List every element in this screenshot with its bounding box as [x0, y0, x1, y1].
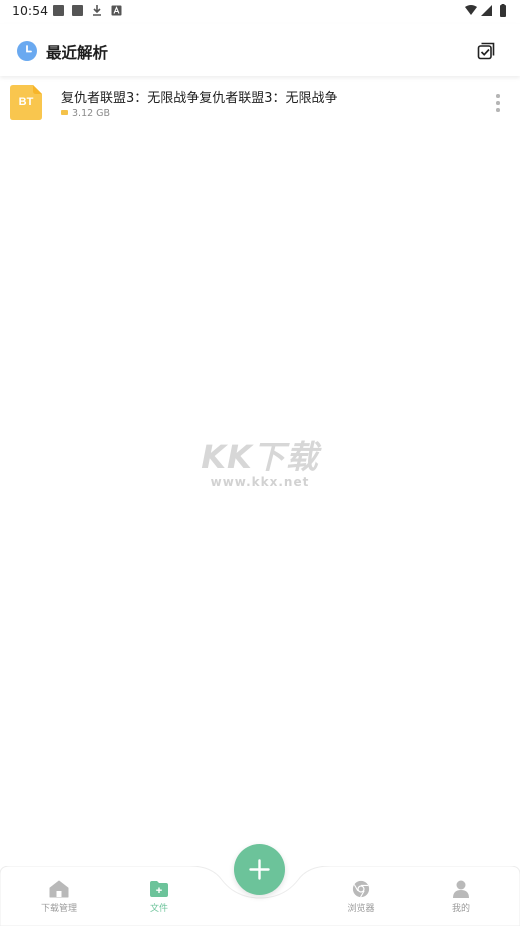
user-icon — [453, 880, 469, 898]
add-task-button[interactable] — [234, 844, 285, 895]
nav-label-browser: 浏览器 — [347, 904, 375, 914]
file-meta: 3.12 GB — [61, 108, 110, 119]
home-icon — [49, 880, 69, 898]
nav-files[interactable]: 文件 — [124, 880, 194, 924]
wifi-icon — [465, 5, 477, 15]
folder-icon — [61, 110, 68, 115]
app-header: 最近解析 — [0, 24, 520, 76]
nav-browser[interactable]: 浏览器 — [326, 880, 396, 924]
notification-icon — [72, 5, 83, 16]
signal-icon — [481, 5, 492, 16]
nav-label-files: 文件 — [149, 904, 168, 914]
app-notification-icon — [111, 5, 122, 16]
browser-icon — [352, 880, 370, 898]
bt-icon-label: BT — [18, 96, 34, 108]
watermark-title: KK下载 — [201, 438, 319, 476]
folder-plus-icon — [150, 881, 168, 897]
nav-label-download-manager: 下载管理 — [40, 904, 77, 914]
page-title: 最近解析 — [46, 44, 109, 62]
watermark-url: www.kkx.net — [210, 475, 310, 489]
more-options-button[interactable] — [490, 92, 506, 114]
status-bar: 10:54 — [0, 0, 520, 24]
file-name: 复仇者联盟3：无限战争复仇者联盟3：无限战争 — [61, 91, 338, 106]
file-size: 3.12 GB — [72, 108, 111, 119]
status-time: 10:54 — [12, 3, 49, 18]
notification-icon — [53, 5, 64, 16]
more-icon — [496, 94, 500, 98]
select-all-icon[interactable] — [477, 42, 495, 60]
file-list-item[interactable]: BT 复仇者联盟3：无限战争复仇者联盟3：无限战争 3.12 GB — [0, 80, 520, 126]
watermark: KK下载 www.kkx.net — [190, 437, 330, 497]
nav-label-profile: 我的 — [451, 904, 470, 914]
nav-profile[interactable]: 我的 — [426, 880, 496, 924]
clock-icon — [17, 41, 37, 61]
nav-download-manager[interactable]: 下载管理 — [24, 880, 94, 924]
plus-icon — [249, 859, 270, 880]
status-indicators — [465, 4, 506, 17]
battery-icon — [500, 5, 506, 17]
download-icon — [93, 5, 101, 16]
